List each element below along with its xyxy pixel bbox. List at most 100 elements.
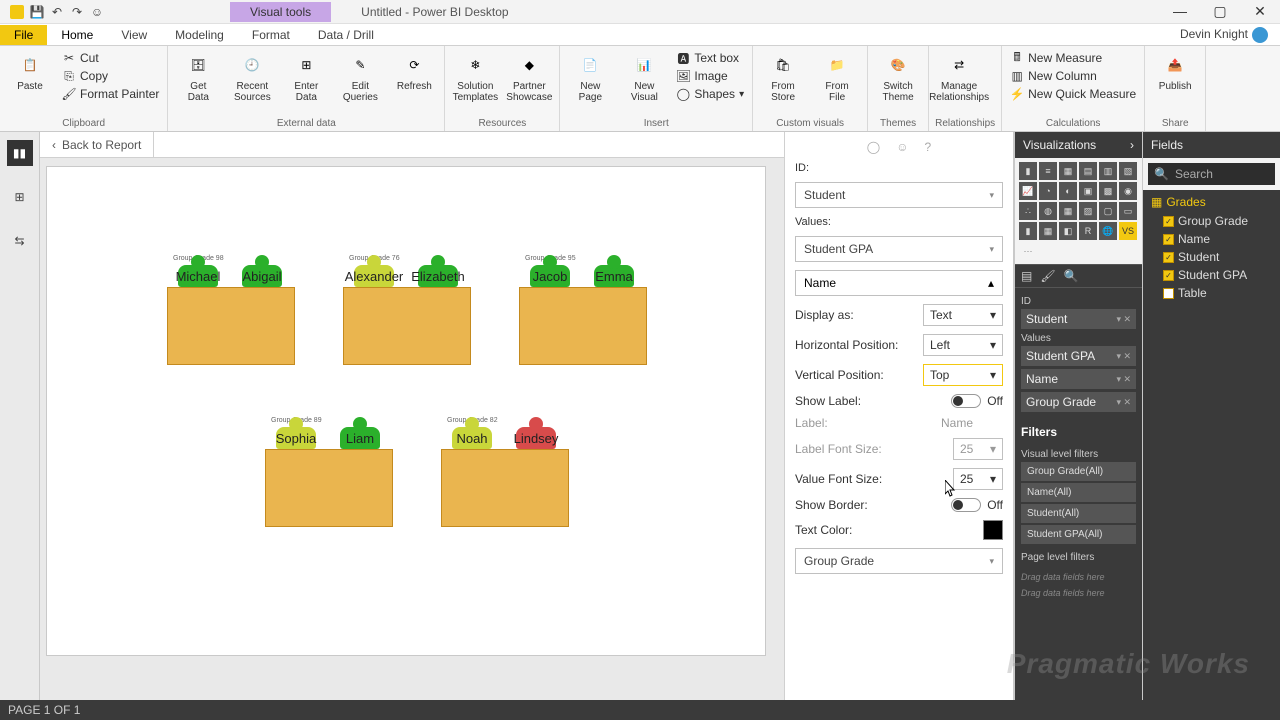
shapes-button[interactable]: ◯Shapes ▾ (674, 86, 746, 102)
modeling-tab[interactable]: Modeling (161, 25, 238, 45)
shape-circle-icon[interactable]: ◯ (867, 140, 880, 154)
field-item[interactable]: ✓Group Grade (1147, 212, 1276, 230)
filter-item[interactable]: Name(All) (1021, 483, 1136, 502)
hpos-dropdown[interactable]: Left▾ (923, 334, 1003, 356)
datadrill-tab[interactable]: Data / Drill (304, 25, 388, 45)
viz-icon[interactable]: ◐ (1059, 182, 1077, 200)
viz-icon[interactable]: ≡ (1039, 162, 1057, 180)
viz-icon[interactable]: ▦ (1059, 202, 1077, 220)
viz-icon[interactable]: R (1079, 222, 1097, 240)
smiley-icon[interactable]: ☺ (90, 5, 104, 19)
new-column-button[interactable]: ▥New Column (1008, 68, 1138, 84)
file-tab[interactable]: File (0, 25, 47, 45)
undo-icon[interactable]: ↶ (50, 5, 64, 19)
copy-button[interactable]: ⎘Copy (60, 68, 161, 84)
viz-icon[interactable]: 🌐 (1099, 222, 1117, 240)
value-font-size-dropdown[interactable]: 25▾ (953, 468, 1003, 490)
publish-button[interactable]: 📤Publish (1151, 48, 1199, 116)
partner-showcase-button[interactable]: ◆Partner Showcase (505, 48, 553, 116)
model-view-icon[interactable]: ⇆ (7, 228, 33, 254)
redo-icon[interactable]: ↷ (70, 5, 84, 19)
format-tab-icon[interactable]: 🖌 (1040, 269, 1055, 283)
viz-icon[interactable]: ▦ (1059, 162, 1077, 180)
get-data-button[interactable]: 🗄Get Data (174, 48, 222, 116)
viz-icon[interactable]: ◧ (1059, 222, 1077, 240)
close-icon[interactable]: ✕ (1240, 3, 1280, 20)
viz-icon[interactable]: ◍ (1039, 202, 1057, 220)
id-dropdown[interactable]: Student▾ (795, 182, 1003, 208)
text-color-swatch[interactable] (983, 520, 1003, 540)
filter-item[interactable]: Student(All) (1021, 504, 1136, 523)
from-store-button[interactable]: 🛍From Store (759, 48, 807, 116)
checkbox-icon[interactable]: ✓ (1163, 252, 1174, 263)
report-page[interactable]: Group Grade 98 Michael Abigail Group Gra… (46, 166, 766, 656)
viz-icon[interactable]: ▢ (1099, 202, 1117, 220)
checkbox-icon[interactable]: ✓ (1163, 234, 1174, 245)
edit-queries-button[interactable]: ✎Edit Queries (336, 48, 384, 116)
image-button[interactable]: 🖼Image (674, 68, 746, 84)
viz-icon[interactable]: ∴ (1019, 202, 1037, 220)
enter-data-button[interactable]: ⊞Enter Data (282, 48, 330, 116)
new-page-button[interactable]: 📄New Page (566, 48, 614, 116)
new-visual-button[interactable]: 📊New Visual (620, 48, 668, 116)
checkbox-icon[interactable]: ✓ (1163, 270, 1174, 281)
textbox-button[interactable]: 🅰Text box (674, 50, 746, 66)
chevron-right-icon[interactable]: › (1130, 138, 1134, 152)
home-tab[interactable]: Home (47, 25, 107, 45)
viz-icon[interactable]: ▨ (1079, 202, 1097, 220)
minimize-icon[interactable]: — (1160, 3, 1200, 20)
viz-icon[interactable]: ▩ (1099, 182, 1117, 200)
data-view-icon[interactable]: ⊞ (7, 184, 33, 210)
maximize-icon[interactable]: ▢ (1200, 3, 1240, 20)
viz-more-icon[interactable]: ⋯ (1019, 242, 1037, 260)
from-file-button[interactable]: 📁From File (813, 48, 861, 116)
well-item[interactable]: Student GPA▾ ✕ (1021, 346, 1136, 366)
view-tab[interactable]: View (107, 25, 161, 45)
filter-item[interactable]: Student GPA(All) (1021, 525, 1136, 544)
format-painter-button[interactable]: 🖌Format Painter (60, 86, 161, 102)
show-border-toggle[interactable] (951, 498, 981, 512)
name-section-header[interactable]: Name▴ (795, 270, 1003, 296)
back-to-report-button[interactable]: ‹Back to Report (40, 132, 154, 157)
viz-icon[interactable]: ◉ (1119, 182, 1137, 200)
solution-templates-button[interactable]: ❄Solution Templates (451, 48, 499, 116)
signed-in-user[interactable]: Devin Knight (1168, 24, 1280, 46)
checkbox-icon[interactable] (1163, 288, 1174, 299)
checkbox-icon[interactable]: ✓ (1163, 216, 1174, 227)
filter-item[interactable]: Group Grade(All) (1021, 462, 1136, 481)
viz-icon[interactable]: ▤ (1079, 162, 1097, 180)
format-tab[interactable]: Format (238, 25, 304, 45)
viz-icon[interactable]: ▣ (1079, 182, 1097, 200)
new-quick-measure-button[interactable]: ⚡New Quick Measure (1008, 86, 1138, 102)
cut-button[interactable]: ✂Cut (60, 50, 161, 66)
switch-theme-button[interactable]: 🎨Switch Theme (874, 48, 922, 116)
viz-icon[interactable]: ▭ (1119, 202, 1137, 220)
shape-smiley-icon[interactable]: ☺ (896, 140, 908, 154)
viz-icon[interactable]: 📈 (1019, 182, 1037, 200)
field-item[interactable]: ✓Student (1147, 248, 1276, 266)
viz-icon[interactable]: ▮ (1019, 222, 1037, 240)
field-item[interactable]: Table (1147, 284, 1276, 302)
vpos-dropdown[interactable]: Top▾ (923, 364, 1003, 386)
label-font-size-dropdown[interactable]: 25▾ (953, 438, 1003, 460)
well-item[interactable]: Student▾ ✕ (1021, 309, 1136, 329)
manage-relationships-button[interactable]: ⇄Manage Relationships (935, 48, 983, 116)
new-measure-button[interactable]: 🖩New Measure (1008, 50, 1138, 66)
viz-icon-selected[interactable]: VS (1119, 222, 1137, 240)
field-item[interactable]: ✓Student GPA (1147, 266, 1276, 284)
well-item[interactable]: Group Grade▾ ✕ (1021, 392, 1136, 412)
recent-sources-button[interactable]: 🕘Recent Sources (228, 48, 276, 116)
viz-icon[interactable]: ▦ (1039, 222, 1057, 240)
field-item[interactable]: ✓Name (1147, 230, 1276, 248)
viz-icon[interactable]: ▮ (1019, 162, 1037, 180)
report-view-icon[interactable]: ▮▮ (7, 140, 33, 166)
viz-icon[interactable]: ▧ (1119, 162, 1137, 180)
shape-person-icon[interactable]: ? (925, 140, 932, 154)
fields-tab-icon[interactable]: ▤ (1021, 269, 1032, 283)
table-header[interactable]: ▦Grades (1147, 192, 1276, 212)
well-item[interactable]: Name▾ ✕ (1021, 369, 1136, 389)
contextual-tab[interactable]: Visual tools (230, 2, 331, 22)
refresh-button[interactable]: ⟳Refresh (390, 48, 438, 116)
values-dropdown[interactable]: Student GPA▾ (795, 236, 1003, 262)
show-label-toggle[interactable] (951, 394, 981, 408)
